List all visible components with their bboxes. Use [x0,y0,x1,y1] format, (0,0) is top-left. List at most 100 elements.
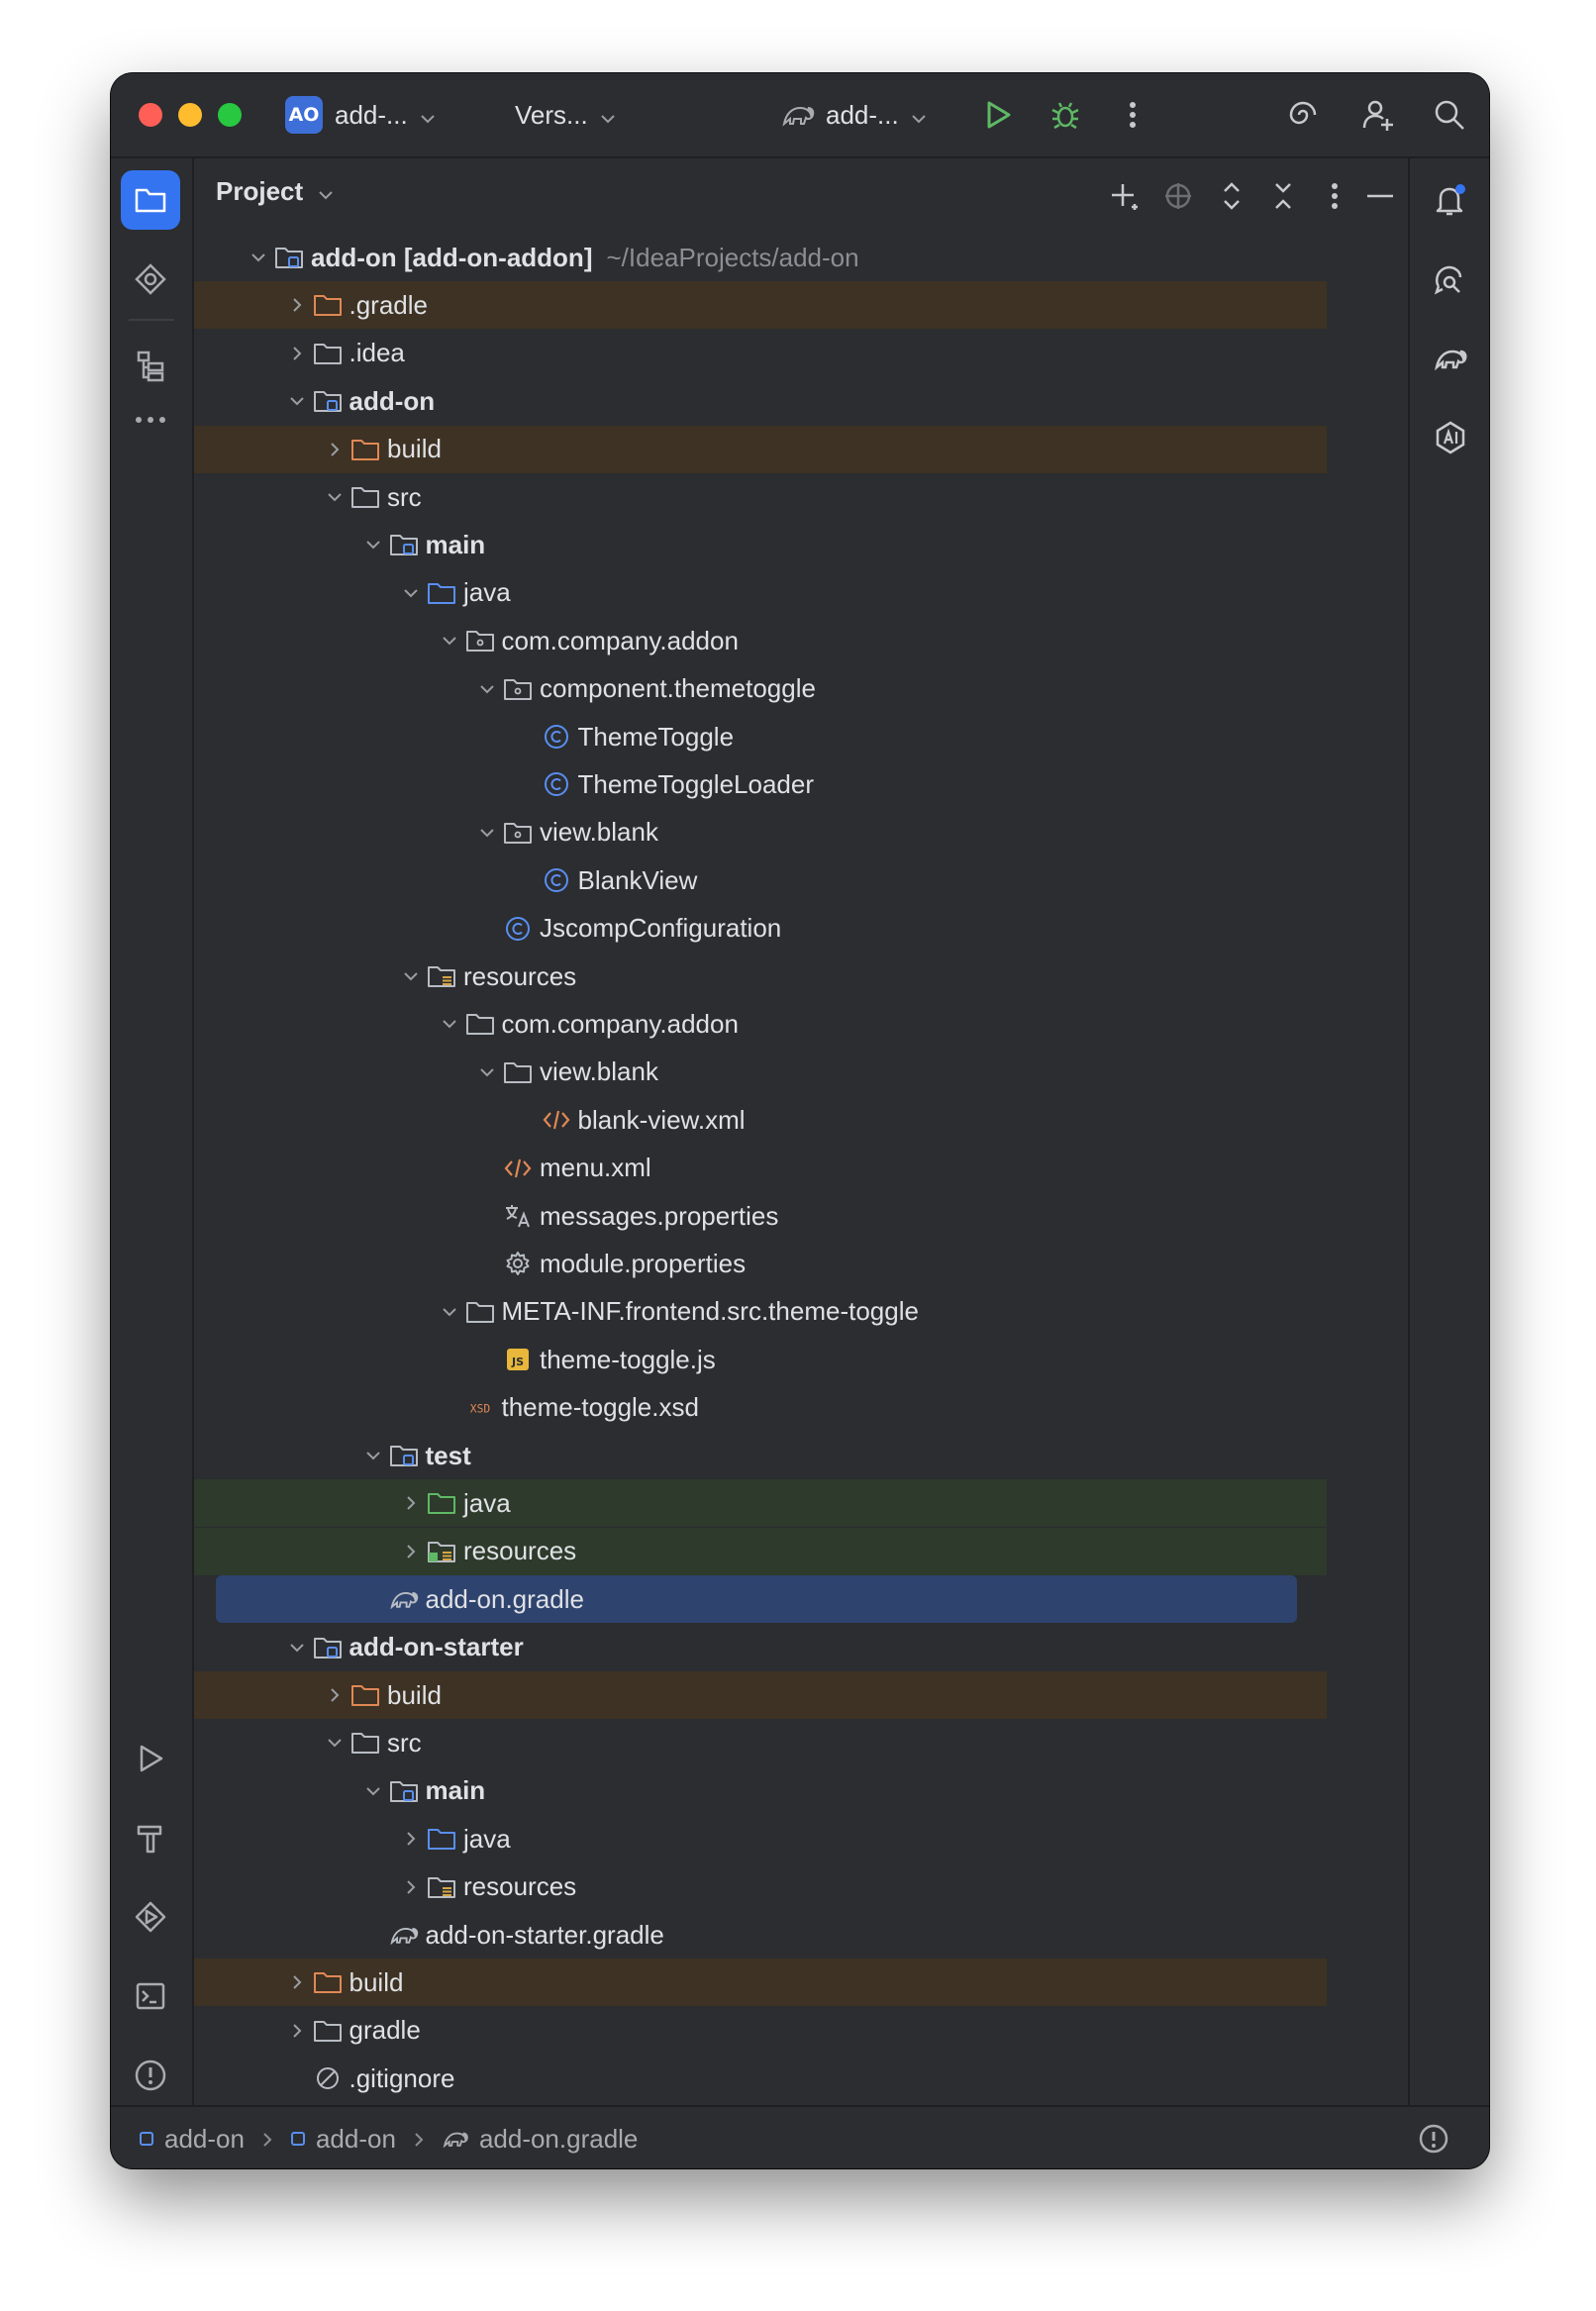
chevron-right-icon[interactable] [282,2007,312,2055]
tree-item-build[interactable]: build [194,425,1327,473]
run-tool-button[interactable] [121,1729,180,1788]
tree-item-src[interactable]: src [194,473,1327,521]
tree-item-meta-inf-frontend-src-theme-toggle[interactable]: META-INF.frontend.src.theme-toggle [194,1288,1327,1336]
ai-chat-button[interactable] [1421,250,1480,309]
ai-assistant-tool-button[interactable] [1421,408,1480,467]
run-button[interactable] [978,95,1018,135]
tree-item-idea[interactable]: .idea [194,330,1327,377]
tree-item-resources[interactable]: resources [194,953,1327,1000]
services-tool-button[interactable] [121,1887,180,1947]
chevron-down-icon[interactable] [358,1432,388,1479]
new-file-button[interactable] [1107,178,1143,214]
tree-item-com-company-addon[interactable]: com.company.addon [194,617,1327,664]
chevron-right-icon[interactable] [396,1528,426,1575]
gradle-tool-button[interactable] [1421,329,1480,388]
tree-item-menu-xml[interactable]: menu.xml [194,1145,1327,1192]
chevron-right-icon[interactable] [396,1479,426,1527]
debug-button[interactable] [1046,95,1085,135]
tree-item-add-on-add-on-addon[interactable]: add-on [add-on-addon] ~/IdeaProjects/add-… [194,234,1327,281]
tree-item-build[interactable]: build [194,1959,1327,2007]
tree-item-themetoggle[interactable]: ThemeToggle [194,713,1327,760]
chevron-down-icon[interactable] [320,1719,349,1766]
tree-item-gradle[interactable]: .gradle [194,281,1327,330]
run-config-selector[interactable]: add-... [780,91,927,139]
commit-tool-button[interactable] [121,250,180,309]
tree-item-main[interactable]: main [194,1767,1327,1815]
breadcrumb-item[interactable]: add-on [139,2124,245,2155]
hide-panel-button[interactable] [1362,178,1398,214]
problems-tool-button[interactable] [121,2046,180,2105]
tree-item-main[interactable]: main [194,521,1327,568]
tree-item-com-company-addon[interactable]: com.company.addon [194,1000,1327,1048]
collapse-all-button[interactable] [1265,178,1301,214]
chevron-right-icon[interactable] [320,426,349,473]
chevron-right-icon[interactable] [282,330,312,377]
zoom-window-button[interactable] [218,103,242,127]
chevron-down-icon[interactable] [396,953,426,1000]
search-button[interactable] [1430,95,1469,135]
tree-item-add-on-starter[interactable]: add-on-starter [194,1624,1327,1671]
tree-item-themetoggleloader[interactable]: ThemeToggleLoader [194,760,1327,808]
minimize-window-button[interactable] [178,103,202,127]
project-view-selector[interactable]: Project [216,176,334,207]
vcs-selector[interactable]: Vers... [515,91,616,139]
tree-item-build[interactable]: build [194,1671,1327,1719]
tree-item-java[interactable]: java [194,1479,1327,1528]
tree-item-theme-toggle-xsd[interactable]: XSD theme-toggle.xsd [194,1384,1327,1432]
breadcrumb-item[interactable]: add-on.gradle [442,2124,638,2155]
locate-file-button[interactable] [1160,178,1196,214]
tree-item-module-properties[interactable]: module.properties [194,1240,1327,1287]
breadcrumb-item[interactable]: add-on [290,2124,396,2155]
chevron-down-icon[interactable] [358,521,388,568]
chevron-right-icon[interactable] [320,1671,349,1719]
chevron-right-icon[interactable] [282,1959,312,2006]
tree-item-view-blank[interactable]: view.blank [194,809,1327,856]
chevron-down-icon[interactable] [320,473,349,521]
chevron-down-icon[interactable] [435,1000,464,1048]
tree-item-component-themetoggle[interactable]: component.themetoggle [194,665,1327,713]
tree-item-test[interactable]: test [194,1432,1327,1479]
chevron-down-icon[interactable] [435,1288,464,1336]
chevron-down-icon[interactable] [435,617,464,664]
chevron-right-icon[interactable] [282,281,312,329]
chevron-down-icon[interactable] [358,1767,388,1815]
tree-item-messages-properties[interactable]: messages.properties [194,1192,1327,1240]
close-window-button[interactable] [139,103,162,127]
structure-tool-button[interactable] [121,337,180,396]
ai-assistant-button[interactable] [1283,95,1323,135]
chevron-down-icon[interactable] [472,1049,502,1096]
tree-item-add-on[interactable]: add-on [194,377,1327,425]
tree-item-resources[interactable]: resources [194,1527,1327,1575]
add-user-button[interactable] [1358,95,1398,135]
tree-item-add-on-gradle[interactable]: add-on.gradle [216,1575,1297,1624]
tree-item-resources[interactable]: resources [194,1863,1327,1911]
tree-item-view-blank[interactable]: view.blank [194,1049,1327,1096]
chevron-down-icon[interactable] [282,1624,312,1671]
tree-item-theme-toggle-js[interactable]: JS theme-toggle.js [194,1336,1327,1383]
chevron-right-icon[interactable] [396,1815,426,1862]
tree-item-src[interactable]: src [194,1719,1327,1766]
tree-item-java[interactable]: java [194,1815,1327,1862]
terminal-tool-button[interactable] [121,1966,180,2026]
more-actions-button[interactable] [1113,95,1152,135]
project-selector[interactable]: AO add-... [285,91,436,139]
tree-item-java[interactable]: java [194,569,1327,617]
tree-item-jscompconfiguration[interactable]: JscompConfiguration [194,905,1327,953]
notifications-button[interactable] [1421,170,1480,230]
chevron-right-icon[interactable] [396,1863,426,1911]
more-tools-button[interactable] [121,390,180,450]
chevron-down-icon[interactable] [282,377,312,425]
status-problems-button[interactable] [1418,2123,1449,2161]
build-tool-button[interactable] [121,1808,180,1867]
tree-item-gradle[interactable]: gradle [194,2007,1327,2055]
chevron-down-icon[interactable] [396,569,426,617]
project-tool-button[interactable] [121,170,180,230]
tree-item-blankview[interactable]: BlankView [194,856,1327,904]
chevron-down-icon[interactable] [472,809,502,856]
tree-item-blank-view-xml[interactable]: blank-view.xml [194,1096,1327,1144]
tree-item-add-on-starter-gradle[interactable]: add-on-starter.gradle [194,1911,1327,1959]
expand-all-button[interactable] [1214,178,1249,214]
tree-item-gitignore[interactable]: .gitignore [194,2055,1327,2102]
chevron-down-icon[interactable] [244,234,273,281]
panel-options-button[interactable] [1317,178,1352,214]
